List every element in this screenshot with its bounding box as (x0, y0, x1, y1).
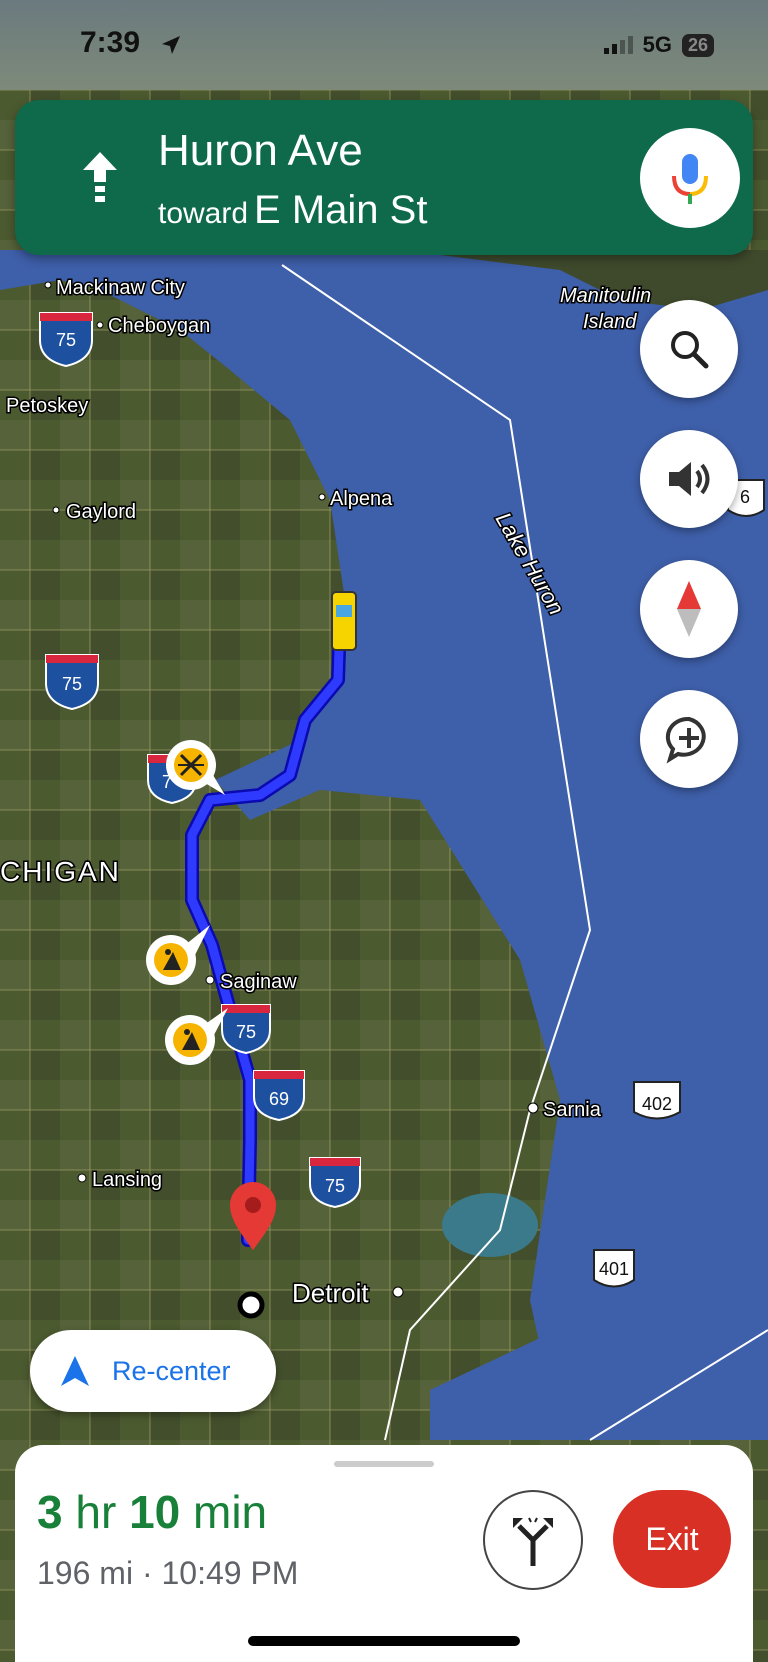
map-label-manitoulin: Manitoulin (560, 285, 651, 307)
drag-handle[interactable] (334, 1461, 434, 1467)
location-arrow-icon (162, 36, 180, 54)
add-report-button[interactable] (640, 690, 738, 788)
status-bar: 7:39 5G 26 (0, 0, 768, 90)
svg-text:75: 75 (62, 674, 82, 694)
status-indicators: 5G 26 (603, 32, 714, 58)
interstate-shield-75-detroit: 75 (309, 1157, 361, 1209)
map-label-alpena: Alpena (330, 488, 393, 510)
nav-street-name: Huron Ave (158, 126, 363, 175)
map-label-cheboygan: Cheboygan (108, 315, 210, 337)
status-time: 7:39 (80, 26, 141, 59)
microphone-icon (672, 154, 708, 204)
sound-button[interactable] (640, 430, 738, 528)
exit-button[interactable]: Exit (613, 1490, 731, 1588)
battery-icon: 26 (681, 33, 714, 57)
svg-text:402: 402 (642, 1094, 672, 1114)
svg-text:75: 75 (236, 1022, 256, 1042)
interstate-shield-69: 69 (253, 1070, 305, 1122)
straight-arrow-icon (83, 152, 117, 202)
eta-duration: 3 hr 10 min (37, 1485, 267, 1539)
svg-text:75: 75 (325, 1176, 345, 1196)
route-fork-icon (513, 1517, 553, 1566)
arrival-time: 10:49 PM (161, 1555, 299, 1591)
map-label-lansing: Lansing (92, 1169, 162, 1191)
vehicle-icon (331, 591, 357, 651)
eta-hr-unit: hr (75, 1486, 117, 1538)
map-label-mackinaw-city: Mackinaw City (56, 277, 185, 299)
compass-icon (677, 581, 701, 637)
highway-shield-401: 401 (593, 1249, 635, 1288)
home-indicator (248, 1636, 520, 1646)
compass-button[interactable] (640, 560, 738, 658)
voice-search-button[interactable] (640, 128, 740, 228)
network-label: 5G (642, 32, 672, 57)
navigation-banner[interactable]: Huron Ave toward E Main St (15, 100, 753, 255)
trip-separator: · (141, 1555, 153, 1591)
search-button[interactable] (640, 300, 738, 398)
interstate-shield-75-north: 75 (39, 312, 93, 368)
interstate-shield-75-saginaw: 75 (221, 1004, 271, 1055)
map-label-sarnia: Sarnia (543, 1099, 602, 1121)
trip-distance: 196 mi (37, 1555, 134, 1591)
recenter-button[interactable]: Re-center (30, 1330, 276, 1412)
alternate-routes-button[interactable] (483, 1490, 583, 1590)
interstate-shield-75-gaylord: 75 (45, 654, 99, 711)
highway-shield-402: 402 (633, 1081, 681, 1120)
recenter-label: Re-center (112, 1355, 231, 1386)
nav-toward-text: toward E Main St (158, 188, 427, 233)
volume-icon (669, 462, 710, 496)
signal-icon (603, 36, 633, 54)
nav-toward-street: E Main St (254, 188, 428, 232)
trip-summary-sheet[interactable]: 3 hr 10 min 196 mi · 10:49 PM Exit (15, 1445, 753, 1662)
navigation-arrow-icon (61, 1356, 89, 1386)
svg-text:69: 69 (269, 1089, 289, 1109)
svg-text:6: 6 (740, 487, 750, 507)
map-label-saginaw: Saginaw (220, 971, 297, 993)
add-report-icon (665, 716, 706, 764)
eta-minutes: 10 (129, 1486, 181, 1538)
trip-details: 196 mi · 10:49 PM (37, 1555, 298, 1592)
map-label-detroit: Detroit (292, 1278, 369, 1308)
map-label-petoskey: Petoskey (6, 395, 88, 417)
map-label-gaylord: Gaylord (66, 501, 136, 523)
map-label-michigan: CHIGAN (0, 856, 121, 887)
nav-toward-label: toward (158, 197, 249, 230)
svg-text:401: 401 (599, 1259, 629, 1279)
map-label-island: Island (583, 311, 637, 333)
eta-hours: 3 (37, 1486, 63, 1538)
search-icon (671, 331, 709, 369)
svg-text:75: 75 (56, 330, 76, 350)
eta-min-unit: min (193, 1486, 268, 1538)
